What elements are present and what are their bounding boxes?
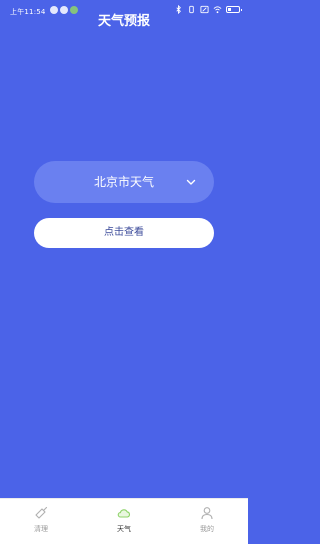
tab-profile[interactable]: 我的 [166,499,248,544]
city-select[interactable]: 北京市天气 [34,161,214,203]
page-title: 天气预报 [97,14,150,29]
view-weather-button[interactable]: 点击查看 [34,218,214,248]
tab-weather-label: 天气 [117,525,131,533]
tab-weather[interactable]: 天气 [83,499,165,544]
user-icon [201,507,213,520]
cloud-icon [117,509,131,518]
tab-clean-label: 清理 [34,525,48,533]
tab-profile-label: 我的 [200,525,214,533]
bottom-tab-bar: 清理 天气 我的 [0,498,248,544]
tab-clean[interactable]: 清理 [0,499,82,544]
chevron-down-icon [186,179,196,185]
broom-icon [35,506,48,519]
